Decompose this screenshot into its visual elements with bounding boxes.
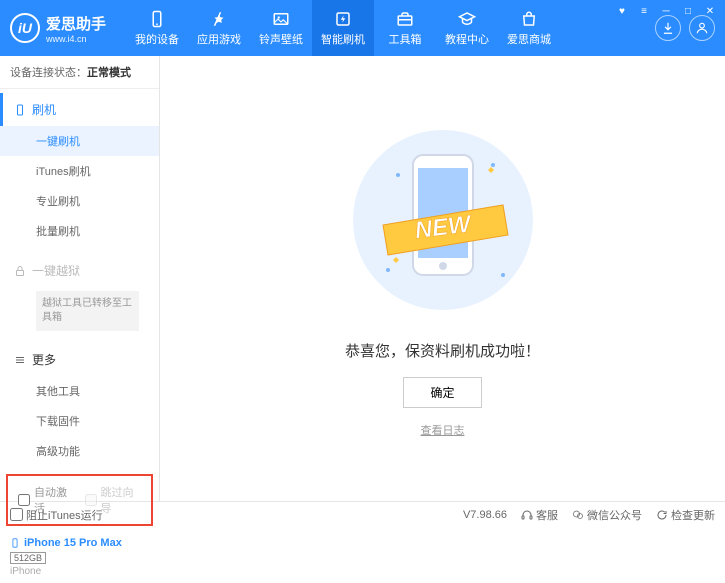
refresh-icon — [656, 509, 668, 521]
menu-icon[interactable]: ≡ — [637, 4, 651, 18]
footer-wechat[interactable]: 微信公众号 — [572, 507, 642, 523]
logo-badge: iU — [10, 13, 40, 43]
sidebar-jailbreak-header: 一键越狱 — [0, 254, 159, 287]
phone-icon — [147, 9, 167, 29]
nav-toolbox[interactable]: 工具箱 — [374, 0, 436, 56]
flash-icon — [333, 9, 353, 29]
sidebar-item-batch[interactable]: 批量刷机 — [0, 216, 159, 246]
nav-store[interactable]: 爱思商城 — [498, 0, 560, 56]
jailbreak-notice: 越狱工具已转移至工具箱 — [36, 291, 139, 331]
download-button[interactable] — [655, 15, 681, 41]
footer-check-update[interactable]: 检查更新 — [656, 507, 715, 523]
gift-icon[interactable]: ♥ — [615, 4, 629, 18]
sidebar-item-advanced[interactable]: 高级功能 — [0, 436, 159, 466]
device-type: iPhone — [10, 566, 149, 577]
headset-icon — [521, 509, 533, 521]
success-message: 恭喜您，保资料刷机成功啦！ — [345, 340, 540, 361]
sidebar-more-header[interactable]: 更多 — [0, 343, 159, 376]
device-name[interactable]: iPhone 15 Pro Max — [10, 536, 149, 550]
storage-badge: 512GB — [10, 552, 46, 564]
nav-apps[interactable]: 应用游戏 — [188, 0, 250, 56]
image-icon — [271, 9, 291, 29]
device-info: iPhone 15 Pro Max 512GB iPhone — [0, 530, 159, 583]
device-status: 设备连接状态：正常模式 — [0, 56, 159, 89]
success-illustration: NEW — [343, 120, 543, 320]
sidebar-item-download-fw[interactable]: 下载固件 — [0, 406, 159, 436]
graduation-icon — [457, 9, 477, 29]
phone-small-icon — [10, 536, 20, 550]
menu-lines-icon — [14, 354, 26, 366]
sidebar-item-oneclick[interactable]: 一键刷机 — [0, 126, 159, 156]
logo-title: 爱思助手 — [46, 13, 106, 34]
version-label: V7.98.66 — [463, 509, 507, 521]
toolbox-icon — [395, 9, 415, 29]
app-icon — [209, 9, 229, 29]
nav-tutorials[interactable]: 教程中心 — [436, 0, 498, 56]
logo-subtitle: www.i4.cn — [46, 34, 106, 44]
nav-ringtones[interactable]: 铃声壁纸 — [250, 0, 312, 56]
user-button[interactable] — [689, 15, 715, 41]
sidebar-item-other-tools[interactable]: 其他工具 — [0, 376, 159, 406]
close-icon[interactable]: ✕ — [703, 4, 717, 18]
checkbox-skip-guide[interactable]: 跳过向导 — [85, 484, 142, 516]
sidebar-item-pro[interactable]: 专业刷机 — [0, 186, 159, 216]
ok-button[interactable]: 确定 — [403, 377, 481, 408]
maximize-icon[interactable]: □ — [681, 4, 695, 18]
lock-icon — [14, 265, 26, 277]
nav-my-device[interactable]: 我的设备 — [126, 0, 188, 56]
bag-icon — [519, 9, 539, 29]
nav-flash[interactable]: 智能刷机 — [312, 0, 374, 56]
wechat-icon — [572, 509, 584, 521]
main-nav: 我的设备 应用游戏 铃声壁纸 智能刷机 工具箱 教程中心 爱思商城 — [126, 0, 655, 56]
footer-support[interactable]: 客服 — [521, 507, 558, 523]
minimize-icon[interactable]: ─ — [659, 4, 673, 18]
sidebar-item-itunes[interactable]: iTunes刷机 — [0, 156, 159, 186]
view-log-link[interactable]: 查看日志 — [421, 422, 465, 438]
sidebar: 设备连接状态：正常模式 刷机 一键刷机 iTunes刷机 专业刷机 批量刷机 一… — [0, 56, 160, 501]
app-logo: iU 爱思助手 www.i4.cn — [10, 13, 106, 44]
flash-small-icon — [14, 104, 26, 116]
sidebar-flash-header[interactable]: 刷机 — [0, 93, 159, 126]
main-content: NEW 恭喜您，保资料刷机成功啦！ 确定 查看日志 — [160, 56, 725, 501]
